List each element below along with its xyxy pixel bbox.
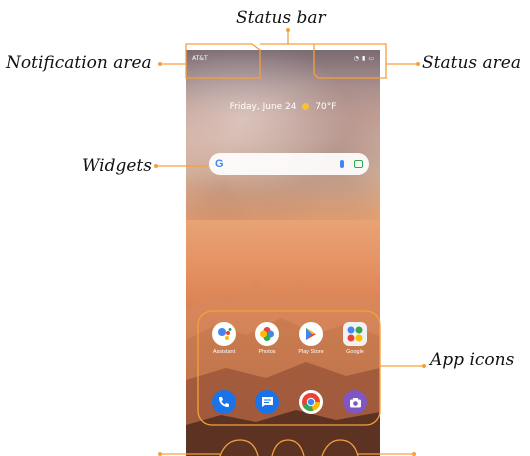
sun-icon: [302, 103, 310, 110]
app-label: Google: [346, 349, 364, 355]
date-text: Friday, June 24: [229, 102, 297, 112]
google-folder-icon: [343, 322, 367, 346]
camera-icon: [343, 390, 367, 414]
callout-widgets: Widgets: [82, 156, 152, 176]
photos-icon: [255, 322, 279, 346]
chrome-icon: [299, 390, 323, 414]
app-google-folder[interactable]: Google: [333, 322, 377, 355]
callout-app-icons: App icons: [430, 350, 515, 370]
app-label: Play Store: [298, 349, 324, 355]
status-icons: ◔ ▮ ▭: [354, 55, 374, 62]
lens-camera-icon[interactable]: [354, 160, 363, 168]
app-label: Photos: [258, 349, 276, 355]
microphone-icon[interactable]: [340, 160, 344, 168]
dock-messages[interactable]: [245, 390, 289, 414]
phone-screen: AT&T ◔ ▮ ▭ Friday, June 24 70°F G Assist…: [186, 50, 380, 456]
google-search-widget[interactable]: G: [209, 153, 369, 175]
wifi-icon: ◔: [353, 54, 360, 62]
temperature-text: 70°F: [315, 102, 337, 112]
signal-icon: ▮: [362, 54, 366, 62]
google-logo-icon: G: [215, 158, 224, 170]
wallpaper-clouds: [186, 50, 380, 220]
messages-icon: [255, 390, 279, 414]
app-assistant[interactable]: Assistant: [202, 322, 246, 355]
callout-status-area: Status area: [422, 53, 521, 73]
callout-status-bar: Status bar: [236, 8, 326, 28]
app-photos[interactable]: Photos: [245, 322, 289, 355]
assistant-icon: [212, 322, 236, 346]
dock-phone[interactable]: [202, 390, 246, 414]
play-store-icon: [299, 322, 323, 346]
app-play-store[interactable]: Play Store: [289, 322, 333, 355]
status-bar: AT&T ◔ ▮ ▭: [186, 50, 380, 66]
app-label: Assistant: [212, 349, 236, 355]
carrier-label: AT&T: [192, 54, 208, 62]
battery-icon: ▭: [368, 54, 374, 62]
dock-chrome[interactable]: [289, 390, 333, 414]
phone-icon: [212, 390, 236, 414]
date-weather-widget[interactable]: Friday, June 24 70°F: [186, 102, 380, 112]
dock-camera[interactable]: [333, 390, 377, 414]
callout-notification-area: Notification area: [6, 53, 152, 73]
